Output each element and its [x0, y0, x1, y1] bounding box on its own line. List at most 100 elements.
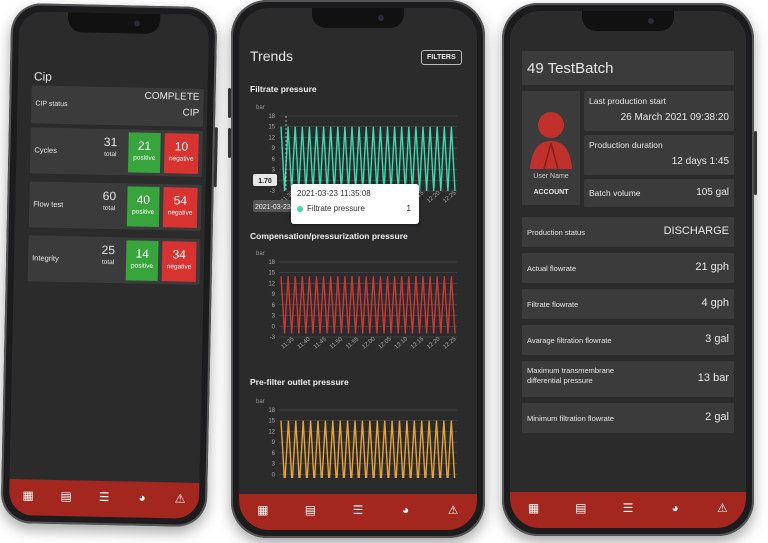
y-tick-label: 15	[268, 125, 275, 131]
account-card: User Name ACCOUNT	[522, 91, 580, 205]
chart-icon[interactable]: ▤	[570, 501, 592, 515]
metric-value: 4 gph	[701, 297, 729, 309]
series-line	[280, 276, 456, 334]
y-tick-label: 12	[268, 135, 275, 141]
phone-side-button	[228, 128, 231, 158]
duration-card: Production duration 12 days 1:45	[584, 135, 734, 175]
tooltip-date: 2021-03-23 11:35:08	[297, 189, 371, 198]
metric-value: 3 gal	[705, 333, 729, 345]
y-tick-label: 0	[272, 324, 276, 330]
x-tick-label: 11:40	[297, 336, 313, 350]
chart-title: Pre-filter outlet pressure	[250, 377, 349, 387]
total-label: total	[102, 204, 116, 213]
series-line	[280, 126, 456, 192]
duration-label: Production duration	[589, 140, 663, 150]
positive-badge[interactable]: 14 positive	[125, 240, 159, 282]
y-tick-label: 3	[272, 168, 276, 174]
metric-value: 2 gal	[705, 411, 729, 423]
production-status-label: Production status	[527, 228, 585, 237]
pie-icon[interactable]: ◕	[395, 503, 417, 517]
negative-badge[interactable]: 34 negative	[161, 241, 197, 282]
chart-icon[interactable]: ▤	[299, 503, 321, 517]
total-value: 25	[101, 242, 116, 258]
cip-status-card: CIP status COMPLETE CIP	[30, 85, 204, 127]
x-tick-label: 11:45	[313, 336, 329, 350]
negative-value: 54	[173, 193, 188, 208]
y-axis-label: bar	[256, 399, 265, 405]
negative-badge[interactable]: 10 negative	[163, 133, 199, 174]
total-value: 31	[103, 134, 118, 150]
x-tick-label: 11:50	[329, 336, 345, 350]
cip-screen: Cip CIP status COMPLETE CIP Cycles 31 tota…	[8, 11, 210, 519]
metric-label: Avarage filtration flowrate	[527, 336, 612, 345]
trends-screen: Trends FILTERS Filtrate pressure bar 18 15 1…	[239, 8, 477, 530]
y-tick-label: 15	[268, 419, 275, 425]
metric-card: Maximum transmembrane differential press…	[522, 361, 734, 397]
metric-label: Minimum filtration flowrate	[527, 414, 615, 423]
chart-icon[interactable]: ▤	[55, 489, 77, 503]
account-button[interactable]: ACCOUNT	[522, 189, 580, 196]
warning-icon[interactable]: ⚠	[711, 501, 733, 515]
y-tick-label: 18	[268, 408, 275, 414]
dashboard-icon[interactable]: ▦	[17, 488, 39, 502]
user-avatar-icon	[530, 112, 572, 170]
cip-row: Cycles 31 total 21 positive 10 negative	[29, 127, 203, 177]
y-tick-label: 9	[272, 292, 276, 298]
right-phone: 49 TestBatch User Name ACCOUNT Last prod…	[502, 3, 757, 536]
volume-card: Batch volume 105 gal	[584, 179, 734, 207]
metric-card: Minimum filtration flowrate 2 gal	[522, 403, 734, 433]
cip-status-value: COMPLETE	[144, 90, 200, 103]
positive-badge[interactable]: 40 positive	[126, 186, 160, 228]
chart-title: Filtrate pressure	[250, 84, 317, 94]
page-title: 49 TestBatch	[527, 60, 614, 77]
series-line	[280, 420, 456, 478]
x-tick-label: 12:25	[442, 190, 458, 205]
phone-side-button	[213, 127, 218, 188]
trends-charts: Filtrate pressurebar1815129630-311:3511:…	[250, 84, 458, 478]
left-phone: Cip CIP status COMPLETE CIP Cycles 31 tota…	[0, 2, 218, 528]
x-tick-label: 12:00	[361, 336, 377, 351]
cursor-y-value: 1.70	[258, 178, 272, 185]
y-axis-label: bar	[256, 105, 265, 111]
cip-row: Integrity 25 total 14 positive 34 negative	[27, 235, 201, 285]
phone-notch	[582, 11, 674, 31]
y-tick-label: 18	[268, 114, 275, 120]
metric-value: 21 gph	[695, 261, 729, 273]
negative-badge[interactable]: 54 negative	[162, 187, 198, 228]
positive-label: positive	[130, 262, 154, 270]
metric-card: Avarage filtration flowrate 3 gal	[522, 325, 734, 355]
warning-icon[interactable]: ⚠	[169, 491, 191, 505]
y-tick-label: 9	[272, 146, 276, 152]
x-tick-label: 12:15	[410, 336, 426, 351]
chart-title: Compensation/pressurization pressure	[250, 231, 408, 241]
total-label: total	[104, 150, 117, 159]
pie-icon[interactable]: ◕	[131, 491, 153, 505]
y-tick-label: 6	[272, 157, 276, 163]
negative-label: negative	[167, 209, 193, 217]
y-tick-label: 6	[272, 303, 276, 309]
last-start-label: Last production start	[589, 96, 667, 106]
cursor-x-value: 2021-03-23	[255, 204, 291, 211]
list-icon[interactable]: ☰	[347, 503, 369, 517]
batch-screen: 49 TestBatch User Name ACCOUNT Last prod…	[510, 11, 746, 528]
negative-label: negative	[168, 155, 194, 163]
list-icon[interactable]: ☰	[617, 501, 639, 515]
total-value: 60	[102, 188, 117, 204]
y-tick-label: 9	[272, 440, 276, 446]
positive-value: 14	[135, 246, 150, 261]
last-start-value: 26 March 2021 09:38:20	[620, 112, 729, 123]
warning-icon[interactable]: ⚠	[442, 503, 464, 517]
cip-status-value-2: CIP	[182, 107, 200, 119]
x-tick-label: 11:55	[345, 336, 361, 350]
phone-notch	[67, 12, 161, 35]
pie-icon[interactable]: ◕	[664, 501, 686, 515]
bottom-nav: ▦ ▤ ☰ ◕ ⚠	[510, 492, 746, 528]
y-tick-label: -3	[270, 189, 276, 195]
positive-badge[interactable]: 21 positive	[127, 132, 161, 174]
total-label: total	[101, 258, 115, 267]
cip-row: Flow test 60 total 40 positive 54 negative	[28, 181, 202, 231]
dashboard-icon[interactable]: ▦	[523, 501, 545, 515]
list-icon[interactable]: ☰	[93, 490, 115, 504]
dashboard-icon[interactable]: ▦	[252, 503, 274, 517]
y-tick-label: 3	[272, 314, 276, 320]
